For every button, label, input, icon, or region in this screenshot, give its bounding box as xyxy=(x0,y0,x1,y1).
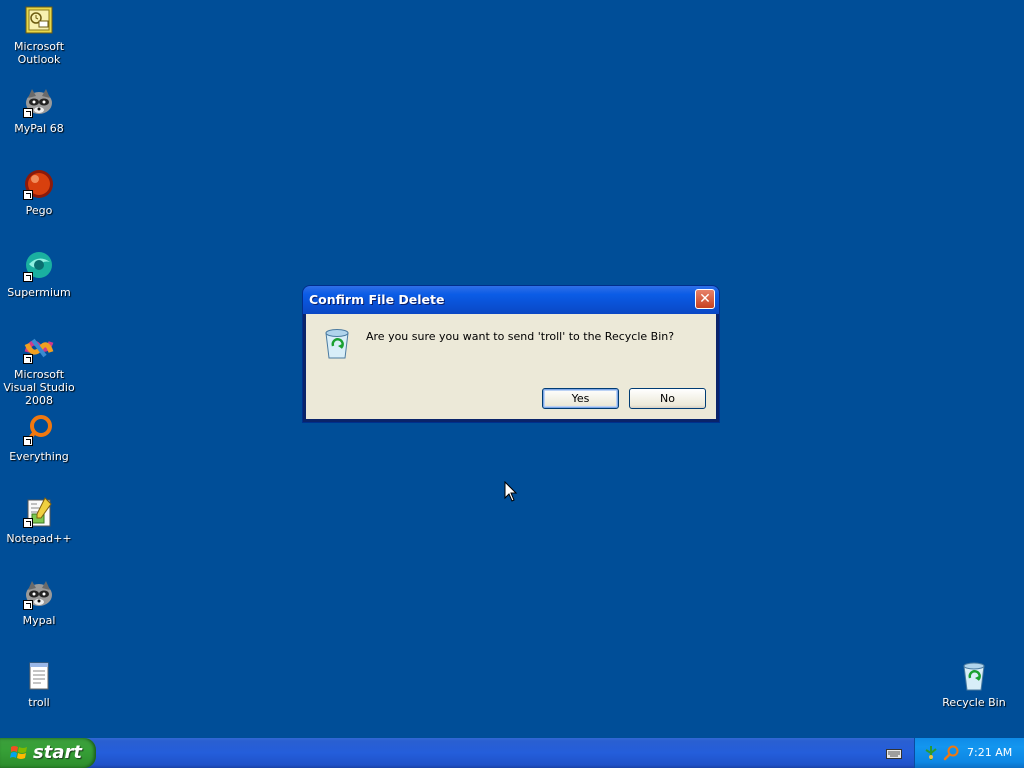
no-button[interactable]: No xyxy=(629,388,706,409)
desktop-icon-label: MyPal 68 xyxy=(14,122,64,135)
desktop-icon-recycle-bin[interactable]: Recycle Bin xyxy=(935,660,1013,709)
system-tray: 7:21 AM xyxy=(914,738,1024,768)
desktop-icon-mypal-68[interactable]: MyPal 68 xyxy=(0,86,78,135)
start-button[interactable]: start xyxy=(0,738,96,768)
shortcut-arrow-icon xyxy=(23,436,33,446)
visual-studio-icon xyxy=(23,332,55,364)
desktop-icon-label: troll xyxy=(28,696,50,709)
start-label: start xyxy=(33,742,82,763)
clock[interactable]: 7:21 AM xyxy=(967,746,1012,759)
desktop-icon-outlook[interactable]: Microsoft Outlook xyxy=(0,4,78,66)
desktop-icon-label: Notepad++ xyxy=(6,532,72,545)
everything-search-icon xyxy=(23,414,55,446)
keyboard-icon[interactable] xyxy=(886,749,902,759)
desktop-icon-label: Supermium xyxy=(7,286,71,299)
desktop-icon-mypal[interactable]: Mypal xyxy=(0,578,78,627)
text-file-icon xyxy=(23,660,55,692)
desktop-icon-label: Microsoft Outlook xyxy=(13,40,65,66)
shortcut-arrow-icon xyxy=(23,190,33,200)
recycle-bin-icon xyxy=(321,326,353,360)
outlook-icon xyxy=(23,4,55,36)
desktop-icon-notepadpp[interactable]: Notepad++ xyxy=(0,496,78,545)
shortcut-arrow-icon xyxy=(23,518,33,528)
dialog-title: Confirm File Delete xyxy=(309,292,445,307)
desktop-icon-troll[interactable]: troll xyxy=(0,660,78,709)
supermium-icon xyxy=(23,250,55,282)
mouse-pointer-icon xyxy=(504,481,518,502)
mypal-raccoon-icon xyxy=(23,86,55,118)
taskbar: start 7:21 AM xyxy=(0,738,1024,768)
shortcut-arrow-icon xyxy=(23,354,33,364)
desktop-icon-visual-studio[interactable]: Microsoft Visual Studio 2008 xyxy=(0,332,78,407)
desktop-icon-label: Mypal xyxy=(22,614,56,627)
desktop-icon-label: Recycle Bin xyxy=(942,696,1006,709)
dialog-message: Are you sure you want to send 'troll' to… xyxy=(366,330,675,343)
yes-button[interactable]: Yes xyxy=(542,388,619,409)
dialog-body: Are you sure you want to send 'troll' to… xyxy=(306,314,716,419)
windows-logo-icon xyxy=(10,746,27,759)
recycle-bin-icon xyxy=(958,660,990,692)
desktop-icon-label: Microsoft Visual Studio 2008 xyxy=(3,368,75,407)
shortcut-arrow-icon xyxy=(23,600,33,610)
desktop-icon-everything[interactable]: Everything xyxy=(0,414,78,463)
dialog-titlebar[interactable]: Confirm File Delete ✕ xyxy=(303,286,719,314)
mypal-raccoon-icon xyxy=(23,578,55,610)
desktop-icon-label: Pego xyxy=(25,204,53,217)
confirm-file-delete-dialog: Confirm File Delete ✕ Are you sure you w… xyxy=(303,286,719,422)
desktop-icon-label: Everything xyxy=(9,450,69,463)
pego-icon xyxy=(23,168,55,200)
shortcut-arrow-icon xyxy=(23,272,33,282)
notepadpp-icon xyxy=(23,496,55,528)
close-button[interactable]: ✕ xyxy=(695,289,715,309)
shortcut-arrow-icon xyxy=(23,108,33,118)
desktop-icon-supermium[interactable]: Supermium xyxy=(0,250,78,299)
everything-search-icon[interactable] xyxy=(943,745,959,761)
desktop-icon-pego[interactable]: Pego xyxy=(0,168,78,217)
network-icon[interactable] xyxy=(923,745,939,761)
